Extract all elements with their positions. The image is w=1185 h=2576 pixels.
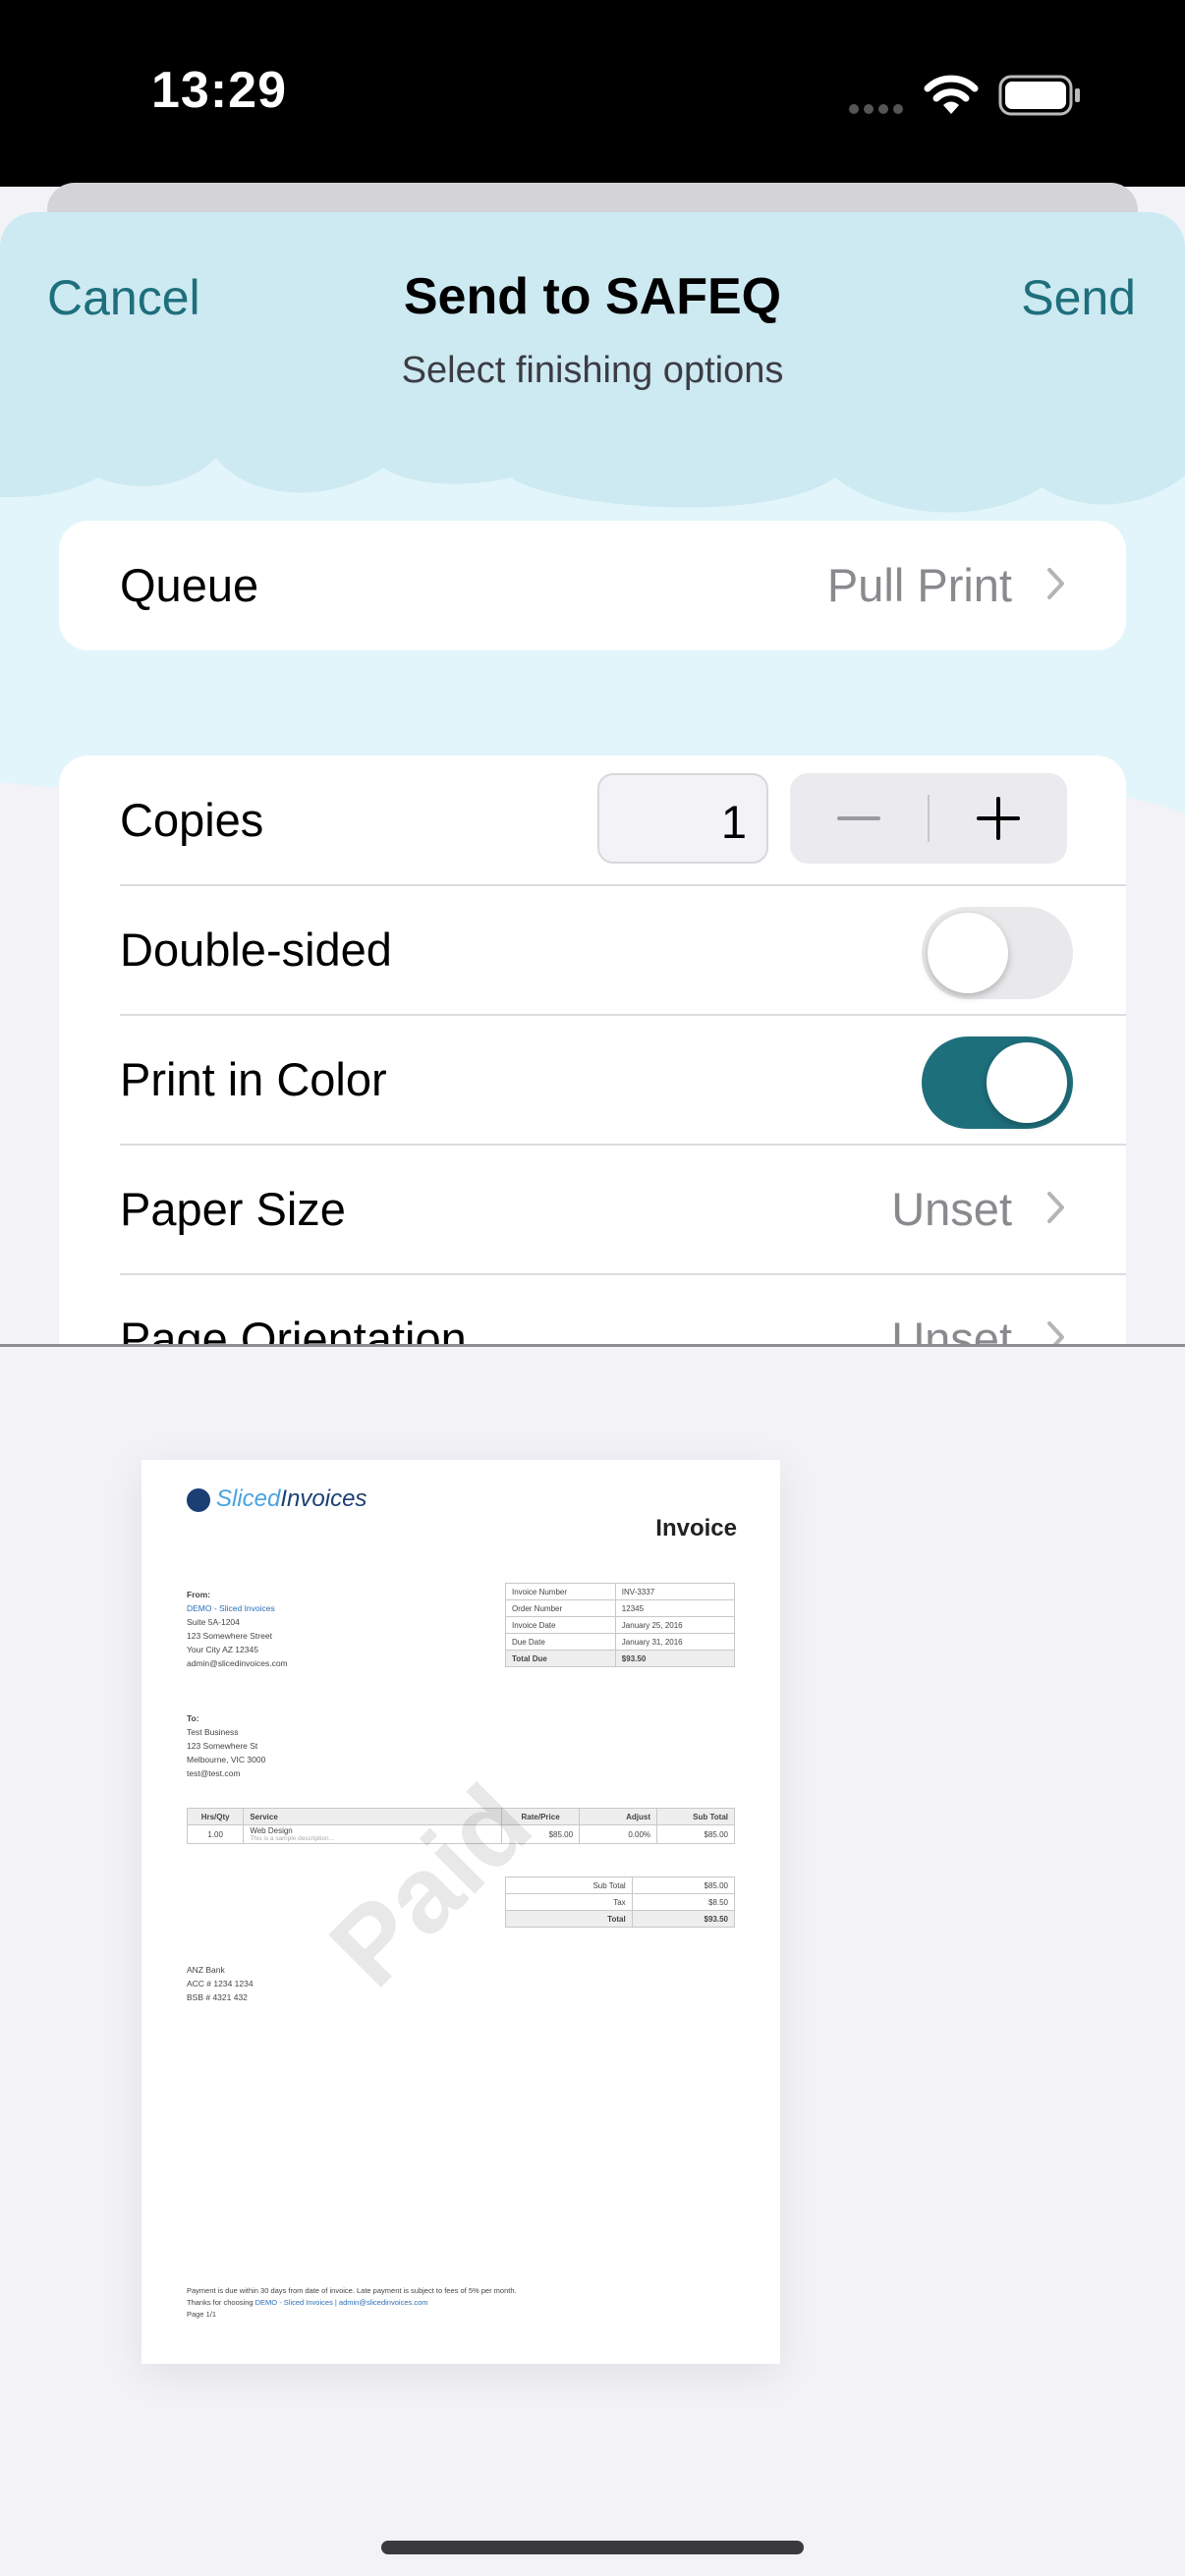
- print-preview-area: SlicedInvoices Invoice From: DEMO - Slic…: [0, 1347, 1185, 2576]
- print-options-sheet: Cancel Send to SAFEQ Select finishing op…: [0, 212, 1185, 1346]
- queue-card: Queue Pull Print: [59, 521, 1126, 650]
- options-card: Copies 1 Double-sided Print in Color Pap…: [59, 756, 1126, 1346]
- chevron-right-icon: [1047, 1192, 1064, 1223]
- print-in-color-label: Print in Color: [120, 1053, 387, 1105]
- queue-label: Queue: [120, 559, 259, 611]
- invoice-page-preview[interactable]: SlicedInvoices Invoice From: DEMO - Slic…: [141, 1460, 780, 2364]
- signal-dots-icon: [849, 104, 903, 114]
- increment-button[interactable]: [930, 773, 1067, 864]
- page-orientation-row[interactable]: Page Orientation Unset: [59, 1274, 1126, 1346]
- queue-row[interactable]: Queue Pull Print: [59, 521, 1126, 650]
- send-button[interactable]: Send: [1021, 269, 1136, 326]
- minus-icon: [837, 816, 880, 820]
- page-orientation-value: Unset: [891, 1313, 1012, 1346]
- paid-watermark: Paid: [307, 1762, 554, 2010]
- invoice-logo: SlicedInvoices: [187, 1485, 367, 1513]
- paper-size-value: Unset: [891, 1183, 1012, 1235]
- chevron-right-icon: [1047, 1321, 1064, 1346]
- toggle-knob: [987, 1042, 1067, 1123]
- invoice-meta-table: Invoice Number INV-3337 Order Number 12345…: [505, 1583, 736, 1667]
- plus-icon: [977, 797, 1020, 840]
- status-bar: 13:29: [0, 0, 1185, 187]
- toggle-knob: [928, 913, 1008, 993]
- sheet-subtitle: Select finishing options: [401, 350, 784, 391]
- status-time: 13:29: [151, 62, 287, 119]
- print-in-color-toggle[interactable]: [922, 1036, 1073, 1129]
- logo-mark-icon: [187, 1487, 210, 1512]
- copies-label: Copies: [120, 794, 264, 846]
- decrement-button[interactable]: [790, 773, 928, 864]
- battery-icon: [998, 75, 1080, 116]
- page-orientation-label: Page Orientation: [120, 1313, 467, 1346]
- double-sided-label: Double-sided: [120, 924, 392, 976]
- invoice-bank-block: ANZ Bank ACC # 1234 1234 BSB # 4321 432: [187, 1965, 254, 2002]
- double-sided-toggle[interactable]: [922, 907, 1073, 999]
- paper-size-row[interactable]: Paper Size Unset: [59, 1145, 1126, 1274]
- queue-value: Pull Print: [826, 559, 1012, 611]
- invoice-from-block: From: DEMO - Sliced Invoices Suite 5A-12…: [187, 1590, 288, 1668]
- chevron-right-icon: [1047, 568, 1064, 599]
- invoice-footer: Payment is due within 30 days from date …: [187, 2286, 517, 2319]
- copies-stepper: [790, 773, 1067, 864]
- invoice-totals-table: Sub Total $85.00 Tax $8.50 Total $93.50: [505, 1876, 736, 1928]
- home-indicator[interactable]: [381, 2541, 804, 2554]
- wifi-icon: [924, 75, 979, 114]
- copies-field[interactable]: 1: [597, 773, 768, 864]
- double-sided-row: Double-sided: [59, 885, 1126, 1015]
- copies-row: Copies 1: [59, 756, 1126, 885]
- copies-value: 1: [720, 796, 747, 848]
- invoice-title: Invoice: [655, 1515, 737, 1541]
- invoice-to-block: To: Test Business 123 Somewhere St Melbo…: [187, 1713, 266, 1778]
- print-in-color-row: Print in Color: [59, 1015, 1126, 1145]
- sheet-title: Send to SAFEQ: [403, 268, 782, 325]
- paper-size-label: Paper Size: [120, 1183, 346, 1235]
